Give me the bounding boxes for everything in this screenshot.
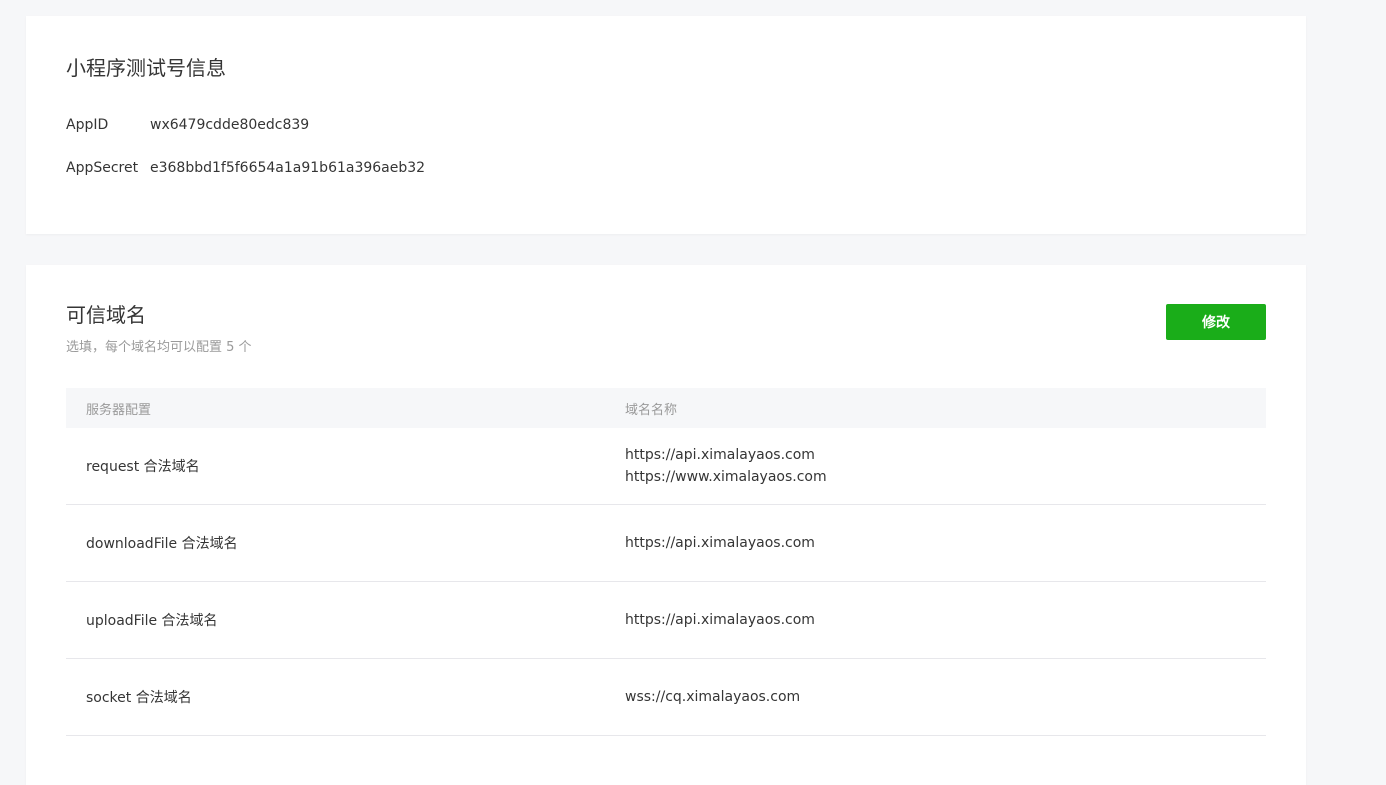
domain-value: wss://cq.ximalayaos.com bbox=[625, 689, 801, 705]
table-row: uploadFile 合法域名 https://api.ximalayaos.c… bbox=[66, 582, 1266, 659]
table-row: request 合法域名 https://api.ximalayaos.com … bbox=[66, 428, 1266, 505]
row-domain-list: https://api.ximalayaos.com bbox=[625, 609, 1266, 631]
row-domain-list: wss://cq.ximalayaos.com bbox=[625, 686, 1266, 708]
appsecret-label: AppSecret bbox=[66, 160, 139, 176]
row-domain-list: https://api.ximalayaos.com https://www.x… bbox=[625, 444, 1266, 488]
domain-value: https://www.ximalayaos.com bbox=[625, 469, 827, 485]
domain-value: https://api.ximalayaos.com bbox=[625, 612, 815, 628]
row-server-label: uploadFile 合法域名 bbox=[86, 613, 218, 629]
edit-button[interactable]: 修改 bbox=[1166, 304, 1266, 340]
test-account-info-card: 小程序测试号信息 AppID wx6479cdde80edc839 AppSecr… bbox=[26, 16, 1306, 234]
domain-table: 服务器配置 域名名称 request 合法域名 https://api.xima… bbox=[66, 388, 1266, 736]
table-row: socket 合法域名 wss://cq.ximalayaos.com bbox=[66, 659, 1266, 736]
row-server-label: socket 合法域名 bbox=[86, 690, 192, 706]
info-card-title: 小程序测试号信息 bbox=[66, 56, 226, 80]
appsecret-row: AppSecret e368bbd1f5f6654a1a91b61a396aeb3… bbox=[66, 159, 425, 177]
row-server-label: downloadFile 合法域名 bbox=[86, 536, 238, 552]
table-header: 服务器配置 域名名称 bbox=[66, 388, 1266, 428]
appid-label: AppID bbox=[66, 117, 109, 133]
header-domain-name: 域名名称 bbox=[625, 402, 678, 418]
domain-card-title: 可信域名 bbox=[66, 303, 146, 327]
trusted-domain-card: 可信域名 选填，每个域名均可以配置 5 个 修改 服务器配置 域名名称 requ… bbox=[26, 265, 1306, 785]
header-server-config: 服务器配置 bbox=[86, 402, 152, 418]
domain-card-subtitle: 选填，每个域名均可以配置 5 个 bbox=[66, 340, 252, 355]
appid-row: AppID wx6479cdde80edc839 bbox=[66, 116, 309, 134]
table-row: downloadFile 合法域名 https://api.ximalayaos… bbox=[66, 505, 1266, 582]
row-server-label: request 合法域名 bbox=[86, 459, 200, 475]
row-domain-list: https://api.ximalayaos.com bbox=[625, 532, 1266, 554]
domain-value: https://api.ximalayaos.com bbox=[625, 535, 815, 551]
appid-value: wx6479cdde80edc839 bbox=[150, 117, 310, 133]
domain-value: https://api.ximalayaos.com bbox=[625, 447, 815, 463]
appsecret-value: e368bbd1f5f6654a1a91b61a396aeb32 bbox=[150, 160, 426, 176]
